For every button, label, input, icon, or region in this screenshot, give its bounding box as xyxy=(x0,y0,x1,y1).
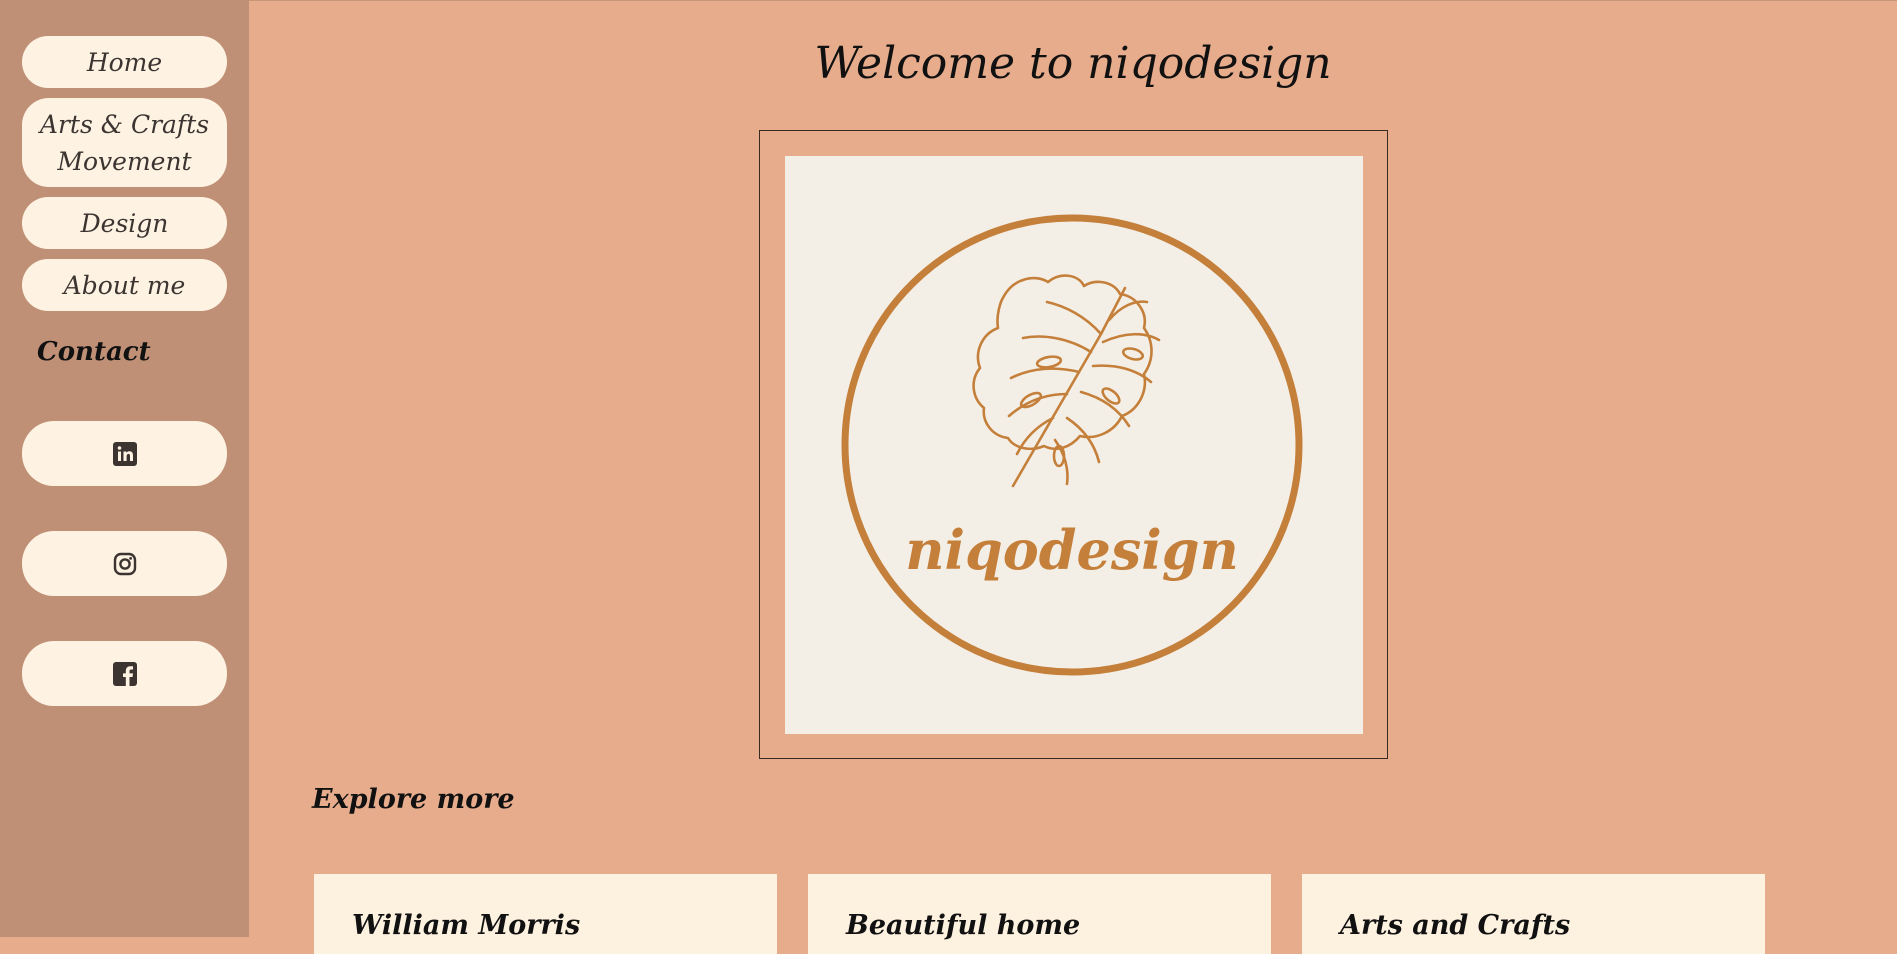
facebook-icon xyxy=(112,661,137,686)
card-beautiful-home[interactable]: Beautiful home xyxy=(808,874,1271,954)
logo-text: niqodesign xyxy=(905,518,1239,582)
niqodesign-logo: niqodesign xyxy=(841,214,1303,676)
logo-frame: niqodesign xyxy=(759,130,1388,759)
instagram-button[interactable] xyxy=(22,531,227,596)
logo-mark xyxy=(841,214,1303,676)
nav-about-button[interactable]: About me xyxy=(22,259,227,311)
nav-design-button[interactable]: Design xyxy=(22,197,227,249)
logo-card: niqodesign xyxy=(785,156,1363,734)
card-arts-and-crafts[interactable]: Arts and Crafts xyxy=(1302,874,1765,954)
facebook-button[interactable] xyxy=(22,641,227,706)
card-title: Arts and Crafts xyxy=(1340,910,1571,941)
card-william-morris[interactable]: William Morris xyxy=(314,874,777,954)
page-title: Welcome to niqodesign xyxy=(814,38,1332,89)
nav-arts-crafts-button[interactable]: Arts & Crafts Movement xyxy=(22,98,227,187)
contact-heading: Contact xyxy=(37,337,151,367)
monstera-leaf-icon xyxy=(972,274,1161,488)
nav-home-button[interactable]: Home xyxy=(22,36,227,88)
linkedin-button[interactable] xyxy=(22,421,227,486)
linkedin-icon xyxy=(112,441,137,466)
explore-more-heading: Explore more xyxy=(312,784,515,815)
sidebar: Home Arts & Crafts Movement Design About… xyxy=(0,0,249,937)
instagram-icon xyxy=(113,552,136,575)
card-title: William Morris xyxy=(352,910,581,941)
top-divider xyxy=(249,0,1897,1)
card-title: Beautiful home xyxy=(846,910,1081,941)
